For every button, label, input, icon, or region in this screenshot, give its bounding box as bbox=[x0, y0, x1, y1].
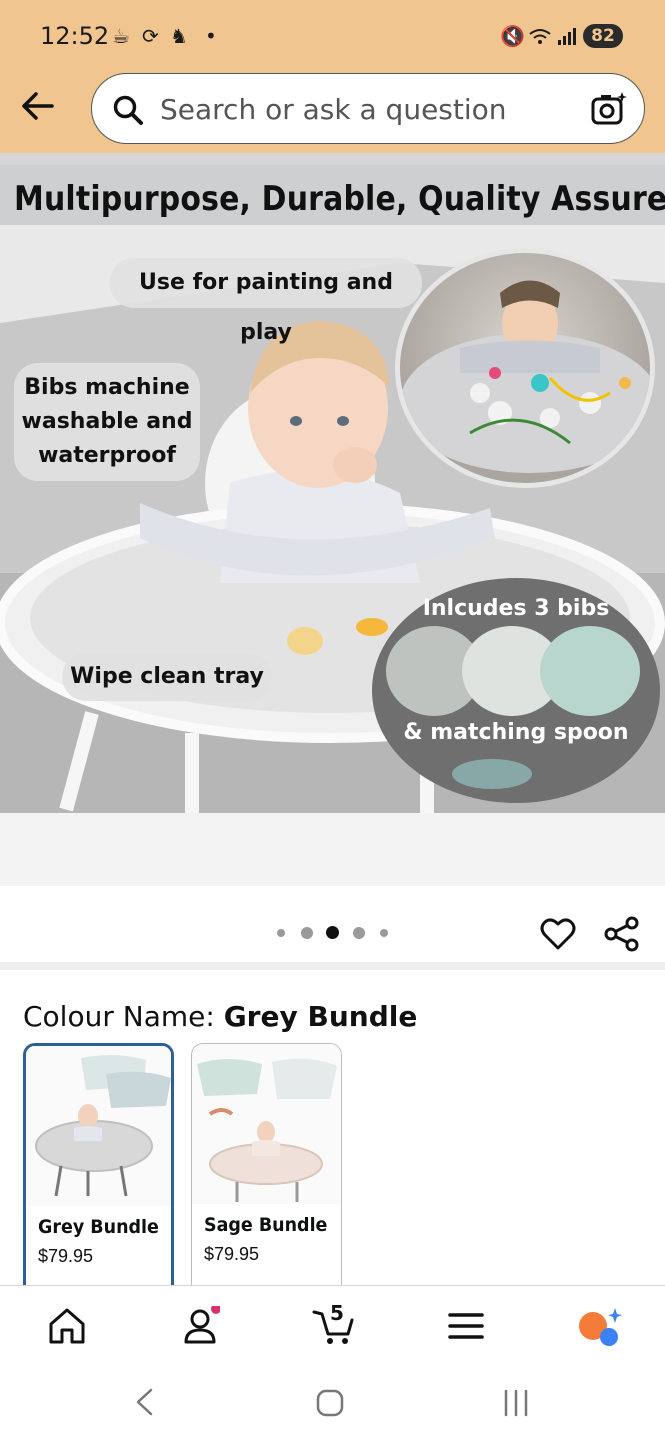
colour-selector-label: Colour Name: Grey Bundle bbox=[23, 1000, 417, 1033]
account-icon[interactable] bbox=[180, 1306, 220, 1346]
search-icon bbox=[113, 95, 143, 125]
carousel-dot[interactable] bbox=[380, 929, 388, 937]
inset-painting-photo bbox=[395, 248, 655, 488]
variant-card-sage[interactable]: Sage Bundle $79.95 bbox=[191, 1043, 342, 1303]
search-bar[interactable]: Search or ask a question bbox=[91, 73, 645, 144]
variant-name: Grey Bundle bbox=[38, 1216, 159, 1238]
back-arrow-icon[interactable] bbox=[18, 88, 58, 124]
variant-price: $79.95 bbox=[204, 1244, 260, 1264]
mute-icon: 🔇 bbox=[500, 24, 525, 48]
variant-thumbnail bbox=[192, 1044, 341, 1204]
variant-name: Sage Bundle bbox=[204, 1214, 328, 1236]
system-back-icon[interactable] bbox=[133, 1387, 155, 1417]
system-home-icon[interactable] bbox=[314, 1387, 346, 1419]
hero-banner-text: Multipurpose, Durable, Quality Assured bbox=[14, 179, 665, 219]
system-recents-icon[interactable] bbox=[500, 1389, 532, 1417]
image-footer-space bbox=[0, 813, 665, 886]
bibs-feature-badge: Inlcudes 3 bibs & matching spoon bbox=[372, 578, 660, 803]
carousel-dot[interactable] bbox=[277, 929, 285, 937]
colour-selected-value: Grey Bundle bbox=[223, 1000, 418, 1033]
callout-washable-line3: waterproof bbox=[38, 443, 176, 468]
system-navigation-bar bbox=[0, 1365, 665, 1440]
callout-washable-line2: washable and bbox=[21, 409, 193, 434]
search-input[interactable]: Search or ask a question bbox=[160, 93, 507, 126]
spoon-label: & matching spoon bbox=[403, 720, 629, 745]
callout-washable: Bibs machine washable and waterproof bbox=[14, 363, 200, 481]
sage-bundle-image bbox=[192, 1044, 341, 1204]
bottom-navigation: 5 bbox=[0, 1285, 665, 1365]
colour-label: Colour Name: bbox=[23, 1000, 215, 1033]
rufus-assistant-icon[interactable] bbox=[577, 1306, 623, 1346]
hero-banner: Multipurpose, Durable, Quality Assured bbox=[0, 165, 665, 225]
wishlist-heart-icon[interactable] bbox=[540, 916, 576, 952]
notification-icon: ☕ bbox=[112, 24, 130, 48]
callout-washable-line1: Bibs machine bbox=[24, 375, 190, 400]
grey-bundle-image bbox=[26, 1046, 171, 1206]
variant-price: $79.95 bbox=[38, 1246, 94, 1266]
menu-icon[interactable] bbox=[446, 1306, 486, 1346]
variant-card-grey[interactable]: Grey Bundle $79.95 bbox=[23, 1043, 174, 1303]
callout-tray: Wipe clean tray bbox=[62, 653, 272, 701]
sync-icon: ⟳ bbox=[142, 24, 159, 48]
camera-search-icon[interactable] bbox=[590, 90, 628, 128]
inset-illustration bbox=[400, 280, 650, 473]
status-bar: 12:52 ☕ ⟳ ♞ • 🔇 82 bbox=[0, 0, 665, 72]
app-header: 12:52 ☕ ⟳ ♞ • 🔇 82 Search or ask a quest… bbox=[0, 0, 665, 153]
carousel-controls bbox=[0, 886, 665, 970]
battery-badge: 82 bbox=[583, 24, 623, 48]
product-photo: Inlcudes 3 bibs & matching spoon bbox=[0, 153, 665, 813]
product-image-carousel[interactable]: Inlcudes 3 bibs & matching spoon Multipu… bbox=[0, 153, 665, 886]
callout-painting: Use for painting and play bbox=[110, 258, 422, 345]
carousel-dot[interactable] bbox=[301, 927, 313, 939]
share-icon[interactable] bbox=[604, 916, 640, 952]
wifi-signal-icon bbox=[529, 28, 576, 45]
carousel-dot[interactable] bbox=[353, 927, 365, 939]
variant-thumbnail bbox=[26, 1046, 171, 1206]
home-icon[interactable] bbox=[47, 1306, 87, 1346]
game-icon: ♞ bbox=[170, 24, 188, 48]
bib-swatches bbox=[386, 626, 640, 789]
more-dot-icon: • bbox=[205, 24, 217, 48]
carousel-dot-active[interactable] bbox=[326, 926, 339, 939]
cart-count-badge: 5 bbox=[330, 1301, 344, 1325]
status-time: 12:52 bbox=[40, 22, 110, 50]
